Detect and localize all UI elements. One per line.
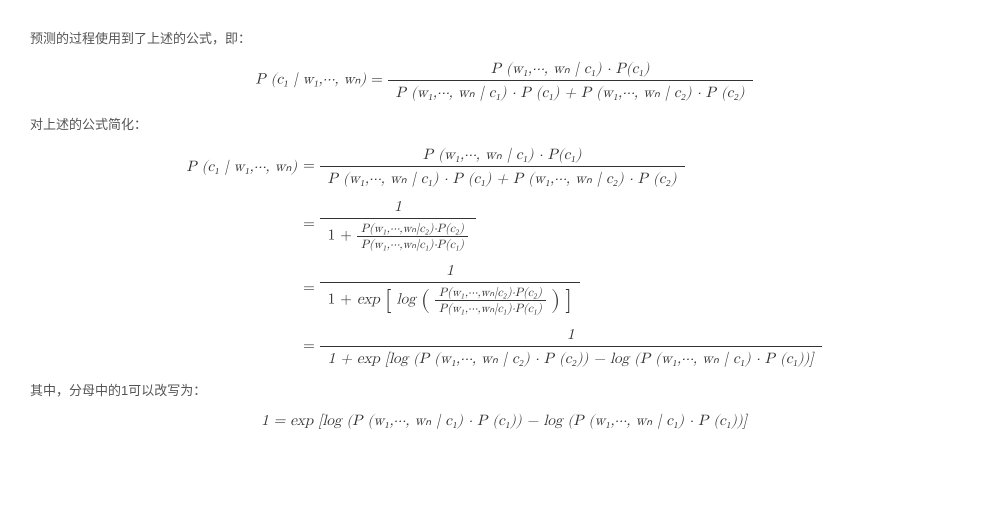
equals-sign: = [303, 158, 320, 173]
eq2-row2-num: 1 [320, 198, 476, 219]
equals-sign: = [371, 72, 388, 87]
eq2-row2-inner-num: P(w₁,⋯,wₙ|c₂)·P(c₂) [357, 221, 468, 237]
eq2-row4-num: 1 [320, 326, 822, 347]
eq2-row1-num: P (w₁,⋯, wₙ | c₁) · P(c₁) [320, 145, 685, 167]
equation-2-aligned: P (c₁ | w₁,⋯, wₙ) = P (w₁,⋯, wₙ | c₁) · … [30, 145, 978, 368]
equation-3: 1 = exp [log (P (w₁,⋯, wₙ | c₁) · P (c₁)… [30, 411, 978, 430]
eq2-row3-inner-den: P(w₁,⋯,wₙ|c₁)·P(c₁) [435, 301, 546, 316]
eq2-row2-den: 1 + P(w₁,⋯,wₙ|c₂)·P(c₂) P(w₁,⋯,wₙ|c₁)·P(… [320, 219, 476, 252]
eq3-expression: 1 = exp [log (P (w₁,⋯, wₙ | c₁) · P (c₁)… [261, 411, 747, 430]
eq2-row1-den: P (w₁,⋯, wₙ | c₁) · P (c₁) + P (w₁,⋯, wₙ… [320, 167, 685, 188]
paragraph-simplify: 对上述的公式简化： [30, 114, 978, 133]
eq2-lhs: P (c₁ | w₁,⋯, wₙ) [186, 157, 297, 176]
eq1-lhs: P (c₁ | w₁,⋯, wₙ) [255, 72, 366, 87]
eq1-denominator: P (w₁,⋯, wₙ | c₁) · P (c₁) + P (w₁,⋯, wₙ… [388, 81, 753, 102]
paragraph-intro: 预测的过程使用到了上述的公式，即： [30, 28, 978, 47]
equation-1: P (c₁ | w₁,⋯, wₙ) = P (w₁,⋯, wₙ | c₁) · … [30, 59, 978, 102]
eq2-row3-den: 1 + exp [ log ( P(w₁,⋯,wₙ|c₂)·P(c₂) P(w₁… [320, 283, 580, 316]
equals-sign: = [303, 338, 320, 353]
eq2-row4-den: 1 + exp [log (P (w₁,⋯, wₙ | c₂) · P (c₂)… [320, 347, 822, 368]
eq2-row3-inner-num: P(w₁,⋯,wₙ|c₂)·P(c₂) [435, 285, 546, 301]
eq2-row3-num: 1 [320, 262, 580, 283]
equals-sign: = [303, 216, 320, 231]
equals-sign: = [303, 280, 320, 295]
eq2-row2-inner-den: P(w₁,⋯,wₙ|c₁)·P(c₁) [357, 237, 468, 252]
eq1-numerator: P (w₁,⋯, wₙ | c₁) · P(c₁) [388, 59, 753, 81]
paragraph-rewrite: 其中，分母中的1可以改写为： [30, 380, 978, 399]
